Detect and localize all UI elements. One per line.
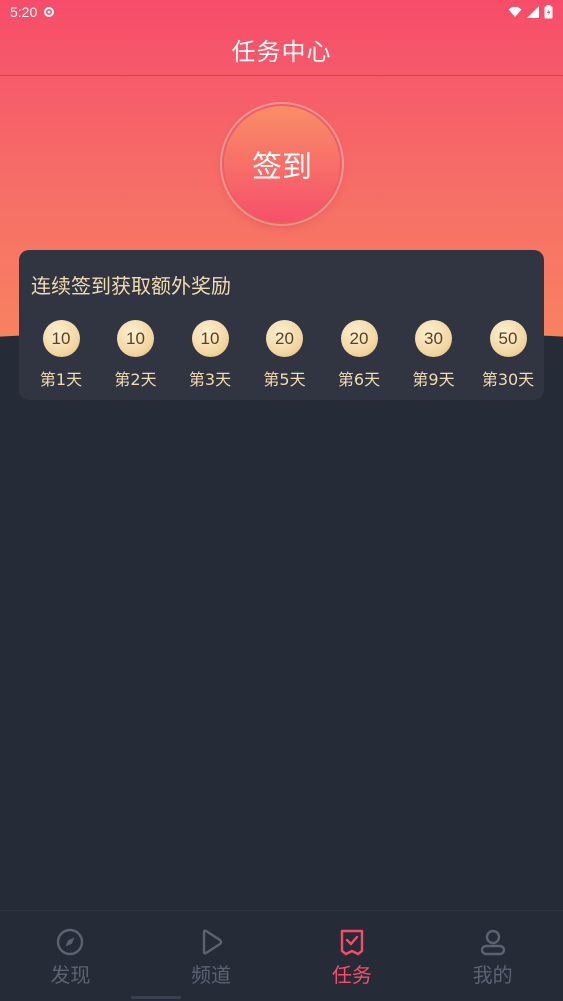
home-indicator xyxy=(131,996,181,999)
day-label: 第1天 xyxy=(39,370,83,389)
coin-badge: 50 xyxy=(489,320,527,357)
signin-ring: 签到 xyxy=(220,102,344,226)
coin-badge: 20 xyxy=(340,320,378,357)
reward-item: 20 第6天 xyxy=(329,320,389,390)
day-label: 第9天 xyxy=(412,370,455,389)
reward-item: 20 第5天 xyxy=(255,320,315,390)
day-label: 第6天 xyxy=(337,370,381,389)
coin-badge: 20 xyxy=(266,320,303,357)
bottom-nav: 发现 频道 任务 我的 xyxy=(0,910,563,1001)
nav-item-channel[interactable]: 频道 xyxy=(141,911,282,1001)
play-icon xyxy=(202,929,223,955)
task-check-icon xyxy=(340,929,364,956)
status-icons xyxy=(508,5,553,19)
wifi-icon xyxy=(508,6,522,17)
nav-item-task[interactable]: 任务 xyxy=(282,911,423,1001)
task-center-screen: 5:20 任务中心 签到 连续签到获取额外奖励 10 第1天 10 第2天 10… xyxy=(0,0,563,1001)
nav-label: 任务 xyxy=(331,963,372,987)
coin-badge: 10 xyxy=(117,320,154,357)
settings-gear-icon xyxy=(44,7,55,17)
status-bar: 5:20 xyxy=(0,0,563,24)
compass-icon xyxy=(57,928,84,956)
nav-item-discover[interactable]: 发现 xyxy=(0,911,141,1001)
coin-badge: 30 xyxy=(415,320,452,357)
nav-label: 频道 xyxy=(191,963,232,987)
battery-icon xyxy=(544,5,553,19)
day-label: 第3天 xyxy=(188,370,232,389)
reward-list: 10 第1天 10 第2天 10 第3天 20 第5天 20 第6天 30 第9… xyxy=(31,320,538,390)
signin-button[interactable]: 签到 xyxy=(224,106,340,222)
user-icon xyxy=(480,929,505,956)
nav-label: 发现 xyxy=(50,963,91,987)
reward-item: 10 第1天 xyxy=(31,320,91,390)
reward-item: 10 第2天 xyxy=(106,320,166,390)
status-time: 5:20 xyxy=(10,4,38,20)
coin-badge: 10 xyxy=(191,320,229,357)
reward-item: 10 第3天 xyxy=(180,320,240,390)
reward-item: 50 第30天 xyxy=(478,320,538,390)
day-label: 第30天 xyxy=(481,370,535,389)
reward-card-title: 连续签到获取额外奖励 xyxy=(31,274,231,298)
day-label: 第2天 xyxy=(114,370,157,389)
title-bar: 任务中心 xyxy=(0,24,563,76)
signal-icon xyxy=(527,6,539,18)
reward-card: 连续签到获取额外奖励 10 第1天 10 第2天 10 第3天 20 第5天 2… xyxy=(19,250,544,400)
nav-label: 我的 xyxy=(472,963,513,987)
page-title: 任务中心 xyxy=(231,38,332,66)
nav-item-mine[interactable]: 我的 xyxy=(422,911,563,1001)
coin-badge: 10 xyxy=(42,320,80,357)
day-label: 第5天 xyxy=(263,370,306,389)
reward-item: 30 第9天 xyxy=(404,320,464,390)
